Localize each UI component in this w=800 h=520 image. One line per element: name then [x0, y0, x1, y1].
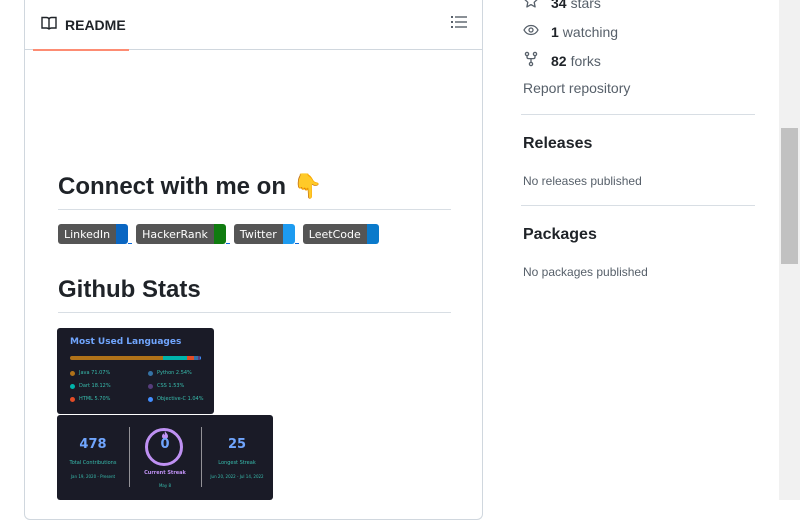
packages-empty-text: No packages published	[523, 265, 648, 279]
total-contributions-label: Total Contributions	[69, 460, 117, 466]
stars-label: stars	[570, 0, 601, 11]
active-tab-underline	[33, 49, 129, 51]
badge-label: LinkedIn	[58, 224, 117, 244]
language-dot	[70, 383, 75, 389]
language-dot	[148, 396, 153, 402]
streak-card[interactable]: 478 Total Contributions Jan 19, 2020 - P…	[57, 415, 273, 500]
outline-button[interactable]	[450, 15, 468, 33]
current-streak: 0 Current Streak May 8	[129, 415, 201, 500]
badge-label: Twitter	[233, 224, 283, 244]
current-streak-range: May 8	[158, 483, 172, 488]
stars-count: 34	[551, 0, 567, 11]
releases-empty-text: No releases published	[523, 174, 642, 188]
repo-forked-icon	[523, 51, 539, 70]
leetcode-badge[interactable]: LeetCode	[302, 224, 379, 244]
twitter-badge[interactable]: Twitter	[233, 224, 295, 244]
social-badges: LinkedIn HackerRank Twitter LeetCode	[58, 224, 379, 244]
watching-count: 1	[551, 23, 559, 40]
language-bar-segment	[163, 356, 187, 360]
badge-color	[366, 224, 379, 244]
connect-heading: Connect with me on 👇	[58, 172, 451, 210]
languages-card-title: Most Used Languages	[70, 337, 182, 347]
languages-card[interactable]: Most Used Languages Java 71.07% Python 2…	[57, 328, 214, 414]
badge-color	[116, 224, 129, 244]
eye-icon	[523, 22, 539, 41]
language-item: Java 71.07%	[70, 370, 110, 376]
releases-heading[interactable]: Releases	[523, 135, 592, 153]
stars-link[interactable]: 34 stars	[523, 0, 601, 12]
scrollbar-thumb[interactable]	[781, 128, 798, 264]
language-item: Dart 18.12%	[70, 383, 111, 389]
language-bar-segment	[186, 356, 195, 360]
language-text: Objective-C 1.04%	[157, 396, 204, 402]
report-repository-link[interactable]: Report repository	[523, 80, 630, 96]
language-bar-segment	[199, 356, 201, 360]
link-underline	[225, 243, 230, 244]
language-text: HTML 5.70%	[79, 396, 111, 402]
language-item: Python 2.54%	[148, 370, 192, 376]
book-icon	[41, 15, 57, 36]
language-item: Objective-C 1.04%	[148, 396, 203, 402]
linkedin-badge[interactable]: LinkedIn	[58, 224, 129, 244]
language-text: Python 2.54%	[157, 370, 192, 376]
badge-twitter-link[interactable]: Twitter	[233, 224, 299, 244]
star-icon	[523, 0, 539, 12]
current-streak-value: 0	[160, 437, 170, 452]
badge-label: HackerRank	[136, 224, 214, 244]
forks-link[interactable]: 82 forks	[523, 51, 601, 70]
language-dot	[148, 370, 153, 376]
link-underline	[294, 243, 299, 244]
badge-hackerrank-link[interactable]: HackerRank	[136, 224, 230, 244]
tab-readme[interactable]: README	[33, 0, 129, 51]
readme-header: README	[25, 0, 482, 51]
longest-streak: 25 Longest Streak Jun 20, 2022 - Jul 14,…	[201, 415, 273, 500]
list-unordered-icon	[451, 14, 467, 35]
language-dot	[70, 396, 75, 402]
languages-bar	[70, 356, 201, 360]
total-contributions: 478 Total Contributions Jan 19, 2020 - P…	[57, 415, 129, 500]
watching-label: watching	[562, 23, 619, 40]
total-contributions-value: 478	[79, 437, 107, 452]
link-underline	[128, 243, 133, 244]
longest-streak-value: 25	[227, 437, 247, 452]
total-contributions-range: Jan 19, 2020 - Present	[70, 474, 116, 479]
forks-count: 82	[551, 52, 567, 69]
sidebar-divider	[521, 205, 755, 206]
badge-label: LeetCode	[302, 224, 367, 244]
language-item: CSS 1.53%	[148, 383, 184, 389]
hackerrank-badge[interactable]: HackerRank	[136, 224, 226, 244]
current-streak-label: Current Streak	[144, 470, 186, 476]
language-text: CSS 1.53%	[157, 383, 185, 389]
language-text: Java 71.07%	[79, 370, 111, 376]
watching-link[interactable]: 1 watching	[523, 22, 618, 41]
longest-streak-label: Longest Streak	[218, 460, 256, 466]
language-bar-segment	[70, 356, 164, 360]
packages-heading[interactable]: Packages	[523, 226, 597, 244]
badge-leetcode-link[interactable]: LeetCode	[302, 224, 379, 244]
badge-color	[282, 224, 295, 244]
language-item: HTML 5.70%	[70, 396, 110, 402]
badge-color	[213, 224, 226, 244]
forks-label: forks	[570, 52, 601, 69]
badge-linkedin-link[interactable]: LinkedIn	[58, 224, 133, 244]
readme-tab-label: README	[65, 17, 126, 33]
stats-heading: Github Stats	[58, 276, 451, 313]
language-text: Dart 18.12%	[79, 383, 111, 389]
longest-streak-range: Jun 20, 2022 - Jul 14, 2022	[210, 474, 264, 479]
language-dot	[70, 370, 75, 376]
language-dot	[148, 383, 153, 389]
sidebar-divider	[521, 114, 755, 115]
page-scrollbar[interactable]	[779, 0, 800, 500]
